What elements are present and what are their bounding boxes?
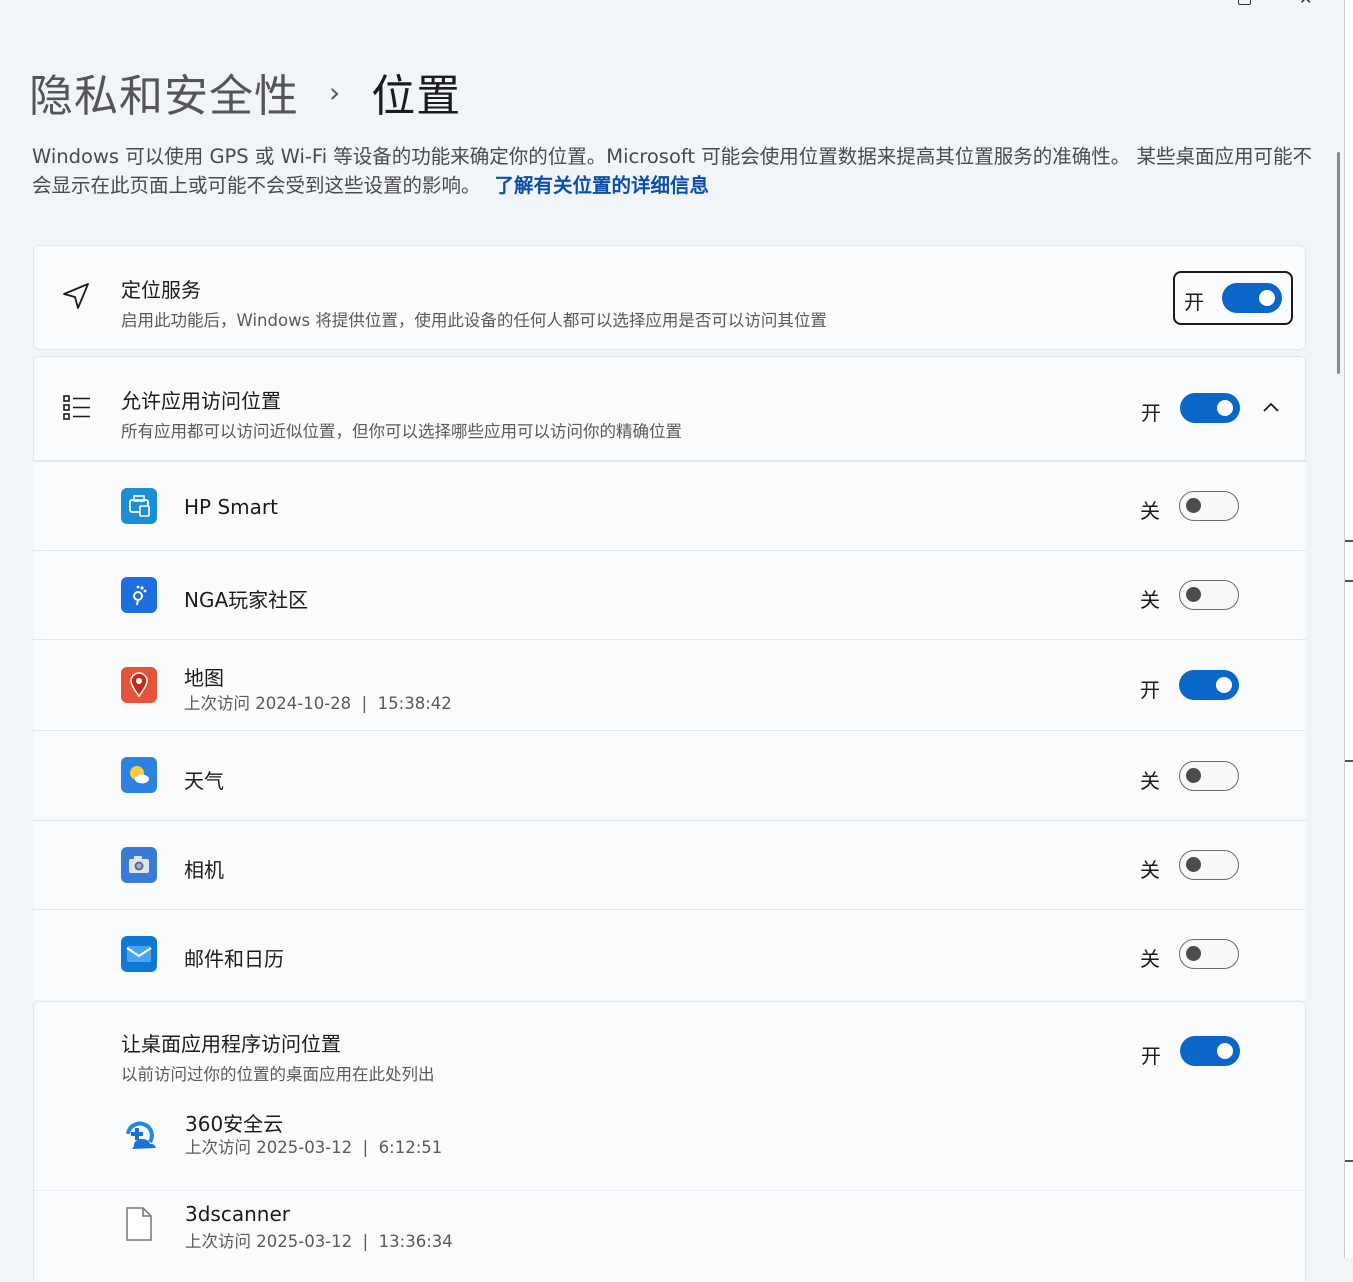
desktop-access-toggle[interactable] bbox=[1180, 1036, 1240, 1066]
learn-more-link[interactable]: 了解有关位置的详细信息 bbox=[495, 174, 710, 197]
desktop-app-last-access: 上次访问 2025-03-12 | 6:12:51 bbox=[185, 1138, 443, 1157]
app-state: 关 bbox=[1140, 947, 1160, 971]
app-state: 关 bbox=[1140, 858, 1160, 882]
app-access-toggle[interactable] bbox=[1180, 393, 1240, 423]
app-row-weather: 天气 关 bbox=[33, 730, 1306, 819]
app-access-subtitle: 所有应用都可以访问近似位置，但你可以选择哪些应用可以访问你的精确位置 bbox=[121, 422, 682, 441]
desktop-app-last-access: 上次访问 2025-03-12 | 13:36:34 bbox=[185, 1232, 453, 1251]
app-name: 天气 bbox=[184, 769, 224, 793]
app-row-nga: NGA玩家社区 关 bbox=[33, 550, 1306, 639]
page-description: Windows 可以使用 GPS 或 Wi-Fi 等设备的功能来确定你的位置。M… bbox=[32, 142, 1312, 200]
desktop-app-row-3dscanner: 3dscanner 上次访问 2025-03-12 | 13:36:34 bbox=[34, 1192, 1305, 1282]
location-service-toggle[interactable] bbox=[1222, 283, 1282, 313]
app-toggle-weather[interactable] bbox=[1179, 761, 1239, 791]
app-name: 相机 bbox=[184, 858, 224, 882]
file-icon bbox=[124, 1206, 154, 1242]
360-cloud-icon bbox=[120, 1114, 160, 1154]
location-service-state: 开 bbox=[1184, 290, 1204, 314]
breadcrumb: 隐私和安全性 › 位置 bbox=[29, 60, 461, 124]
location-service-subtitle: 启用此功能后，Windows 将提供位置，使用此设备的任何人都可以选择应用是否可… bbox=[121, 311, 827, 330]
app-access-card[interactable]: 允许应用访问位置 所有应用都可以访问近似位置，但你可以选择哪些应用可以访问你的精… bbox=[33, 356, 1306, 461]
scrollbar-thumb[interactable] bbox=[1337, 152, 1340, 374]
app-state: 开 bbox=[1140, 678, 1160, 702]
app-toggle-maps[interactable] bbox=[1179, 670, 1239, 700]
app-name: NGA玩家社区 bbox=[184, 588, 309, 612]
chevron-up-icon[interactable] bbox=[1261, 399, 1281, 413]
app-state: 关 bbox=[1140, 769, 1160, 793]
adjacent-window-edge bbox=[1344, 0, 1353, 1258]
desktop-access-card: 让桌面应用程序访问位置 以前访问过你的位置的桌面应用在此处列出 开 360安全云… bbox=[33, 1001, 1306, 1281]
camera-icon bbox=[121, 847, 157, 883]
location-service-card: 定位服务 启用此功能后，Windows 将提供位置，使用此设备的任何人都可以选择… bbox=[33, 245, 1306, 350]
app-row-camera: 相机 关 bbox=[33, 820, 1306, 909]
desktop-app-name: 360安全云 bbox=[185, 1112, 284, 1136]
app-state: 关 bbox=[1140, 588, 1160, 612]
close-icon[interactable]: ✕ bbox=[1299, 0, 1313, 7]
breadcrumb-separator-icon: › bbox=[329, 75, 342, 109]
app-toggle-camera[interactable] bbox=[1179, 850, 1239, 880]
location-service-toggle-focus[interactable]: 开 bbox=[1173, 271, 1293, 325]
desktop-app-row-360: 360安全云 上次访问 2025-03-12 | 6:12:51 bbox=[34, 1098, 1305, 1190]
app-toggle-nga[interactable] bbox=[1179, 580, 1239, 610]
hp-smart-icon bbox=[121, 488, 157, 524]
app-list-icon bbox=[62, 393, 92, 423]
breadcrumb-parent[interactable]: 隐私和安全性 bbox=[29, 60, 299, 124]
desktop-access-title: 让桌面应用程序访问位置 bbox=[121, 1032, 341, 1056]
app-row-hp-smart: HP Smart 关 bbox=[33, 461, 1306, 550]
desktop-access-subtitle: 以前访问过你的位置的桌面应用在此处列出 bbox=[121, 1065, 435, 1084]
app-row-maps: 地图 上次访问 2024-10-28 | 15:38:42 开 bbox=[33, 639, 1306, 730]
mail-icon bbox=[121, 936, 157, 972]
page-title: 位置 bbox=[371, 71, 462, 122]
maximize-icon[interactable] bbox=[1238, 0, 1251, 5]
app-toggle-hp-smart[interactable] bbox=[1179, 491, 1239, 521]
app-access-state: 开 bbox=[1141, 401, 1161, 425]
nga-icon bbox=[121, 577, 157, 613]
desktop-access-state: 开 bbox=[1141, 1044, 1161, 1068]
app-row-mail: 邮件和日历 关 bbox=[33, 909, 1306, 1000]
desktop-app-name: 3dscanner bbox=[185, 1202, 290, 1226]
maps-icon bbox=[121, 667, 157, 703]
app-access-title: 允许应用访问位置 bbox=[121, 389, 281, 413]
window-controls: ✕ bbox=[1238, 0, 1313, 7]
weather-icon bbox=[121, 757, 157, 793]
app-name: 邮件和日历 bbox=[184, 947, 284, 971]
app-toggle-mail[interactable] bbox=[1179, 939, 1239, 969]
app-name: 地图 bbox=[184, 666, 224, 690]
location-arrow-icon bbox=[60, 280, 92, 312]
app-name: HP Smart bbox=[184, 495, 278, 519]
app-last-access: 上次访问 2024-10-28 | 15:38:42 bbox=[184, 694, 452, 713]
location-service-title: 定位服务 bbox=[121, 278, 201, 302]
app-state: 关 bbox=[1140, 499, 1160, 523]
